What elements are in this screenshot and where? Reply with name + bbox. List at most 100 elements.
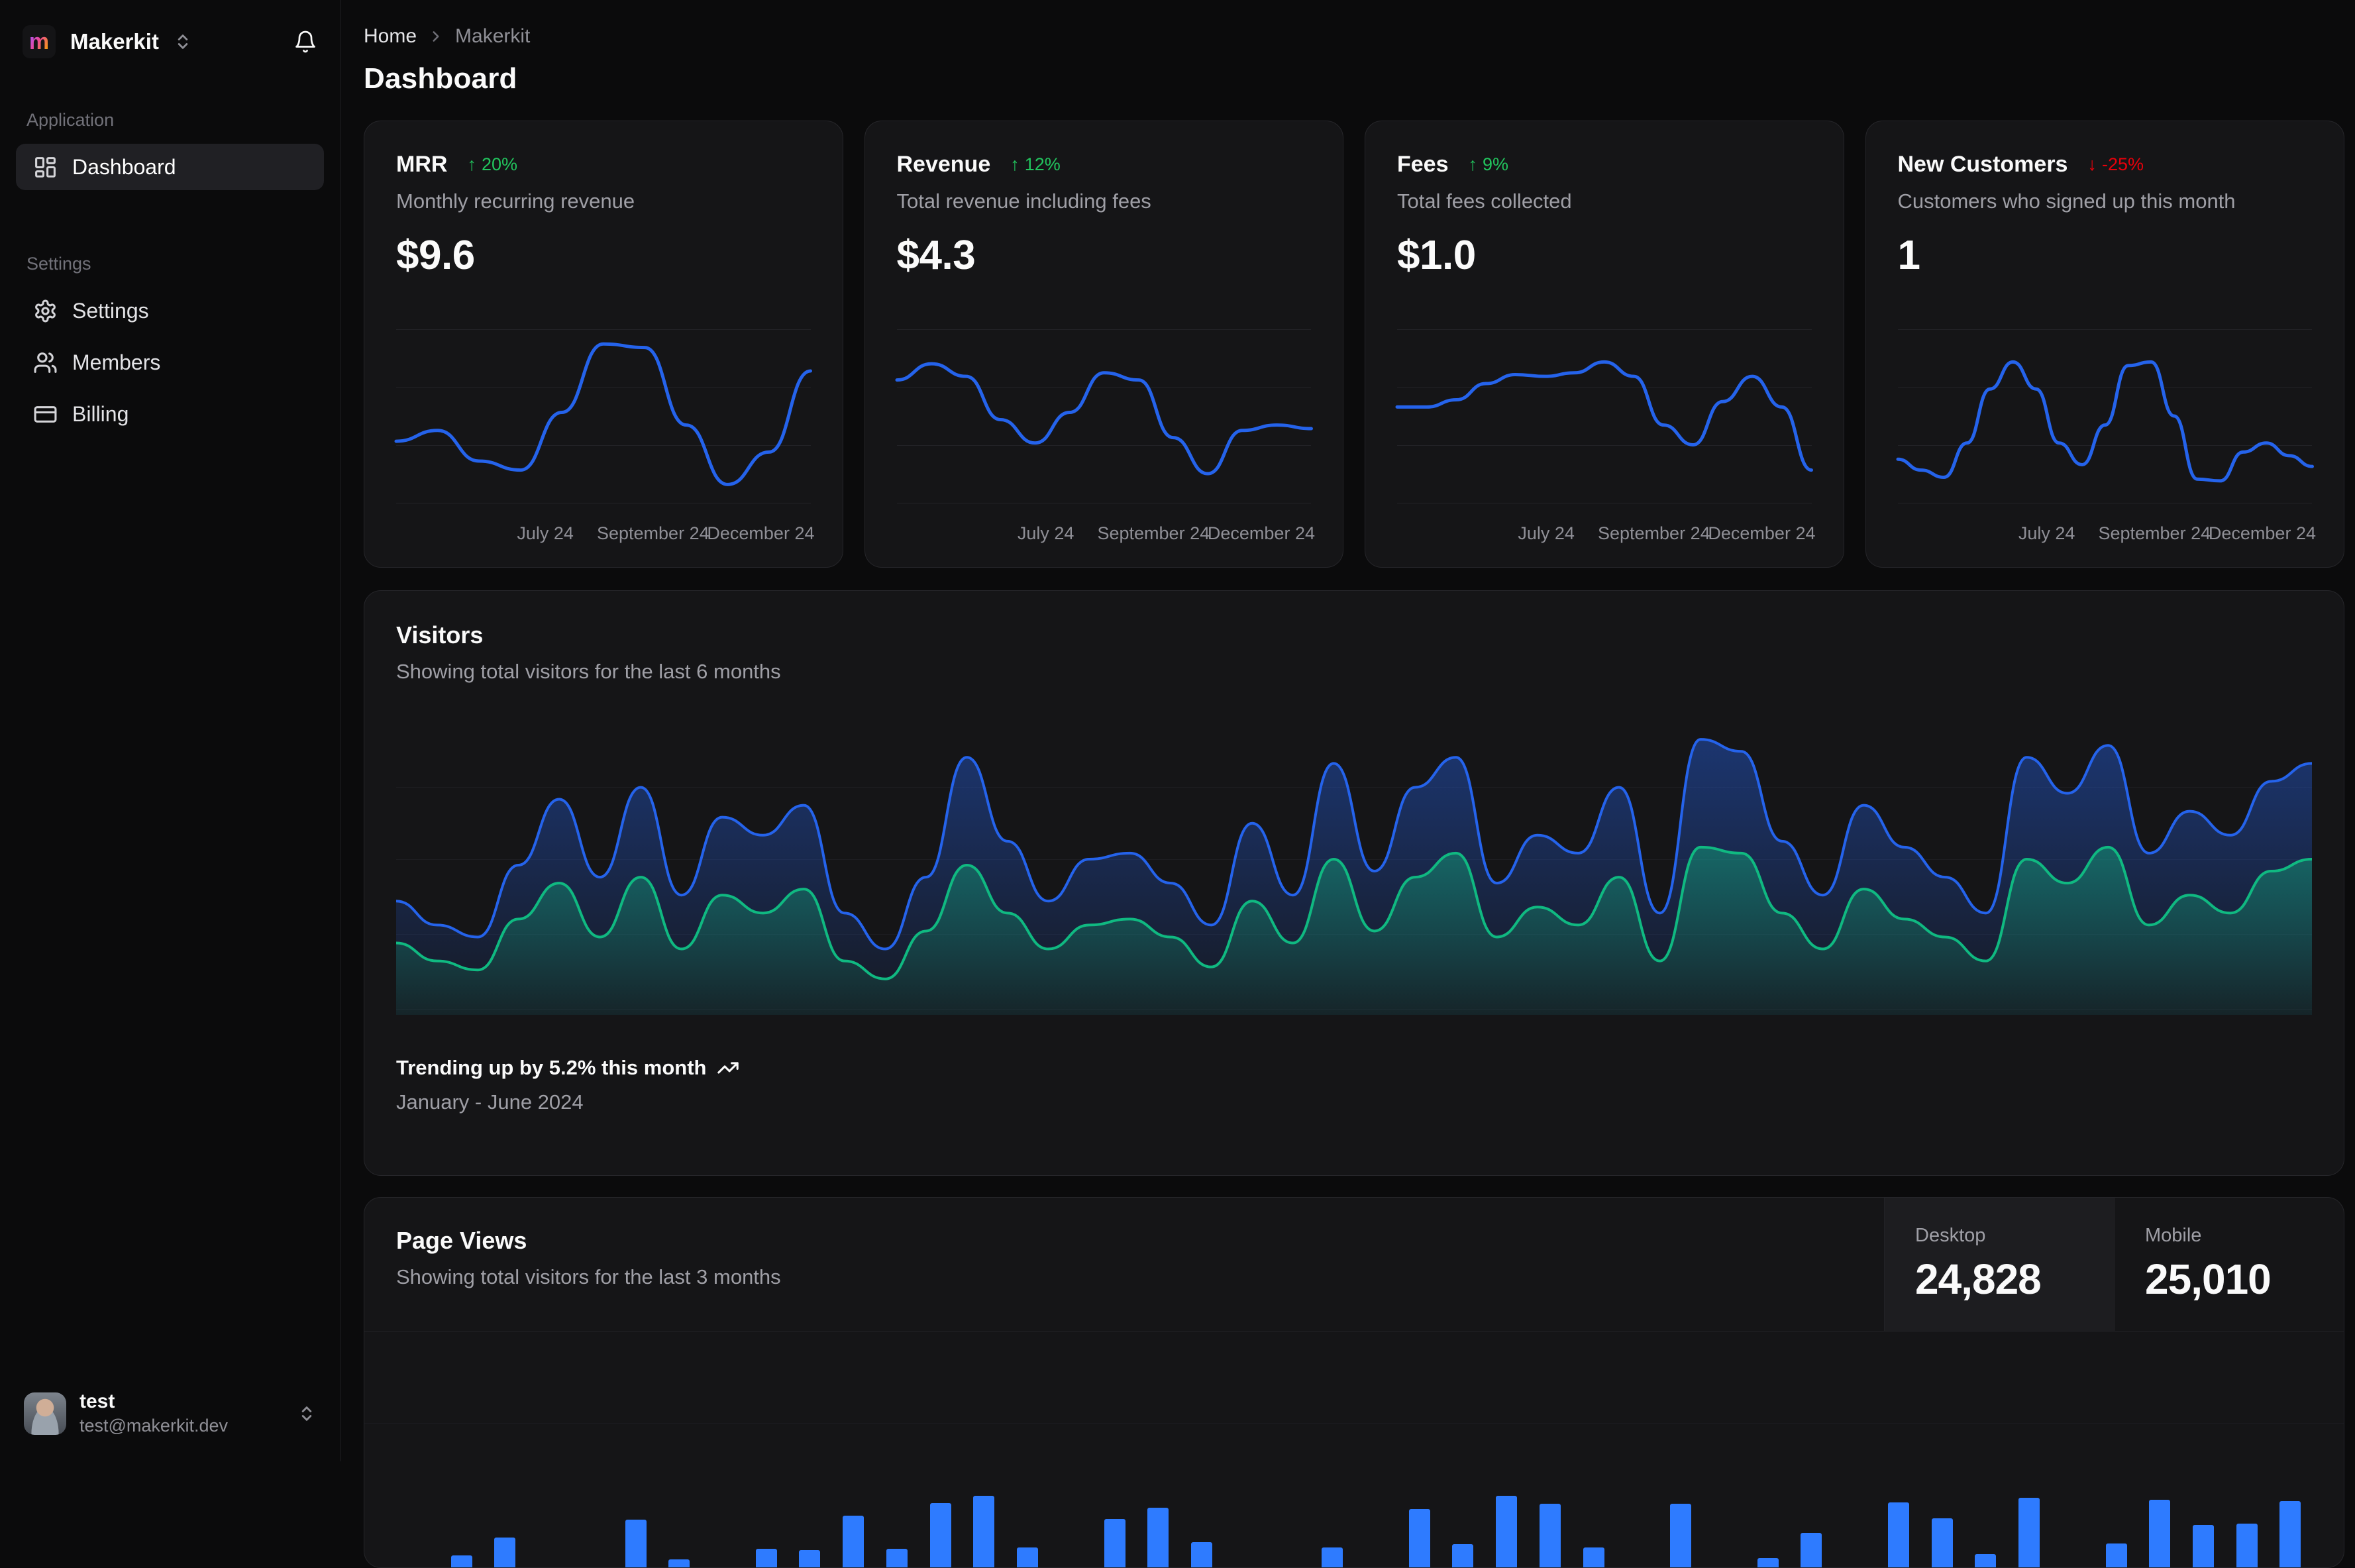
x-axis-tick: December 24 [2208, 523, 2316, 543]
stat-card-mrr: MRR ↑ 20% Monthly recurring revenue $9.6 … [364, 121, 843, 568]
bar [843, 1516, 864, 1567]
users-icon [34, 352, 57, 373]
toggle-value: 24,828 [1915, 1255, 2042, 1303]
bar [799, 1550, 821, 1567]
bar-slot [440, 1332, 484, 1567]
trend-badge: ↑ 12% [1010, 154, 1061, 174]
sidebar: m Makerkit Application Dashboard Setting… [0, 0, 340, 1461]
x-axis-tick: September 24 [596, 523, 709, 543]
bar-slot [1790, 1332, 1834, 1567]
toggle-mobile[interactable]: Mobile 25,010 [2114, 1198, 2344, 1331]
stat-description: Customers who signed up this month [1897, 189, 2236, 213]
bar-slot [1833, 1332, 1877, 1567]
stat-value: $4.3 [896, 233, 976, 278]
stat-value: 1 [1897, 233, 1920, 278]
bar [2105, 1543, 2127, 1567]
workspace-switcher[interactable]: m Makerkit [16, 20, 324, 64]
bar [625, 1520, 647, 1567]
page-root: { "app": { "workspace": "Makerkit" }, "c… [0, 0, 2355, 1568]
user-info: test test@makerkit.dev [79, 1390, 228, 1436]
bar [1539, 1504, 1561, 1567]
bar [1583, 1547, 1604, 1567]
arrow-down-icon: ↓ [2087, 154, 2097, 174]
layout-dashboard-icon [35, 156, 56, 178]
breadcrumb-home[interactable]: Home [364, 25, 417, 48]
arrow-up-icon: ↑ [1468, 154, 1478, 174]
page-views-card: Page Views Showing total visitors for th… [364, 1197, 2344, 1568]
stat-description: Total fees collected [1397, 189, 1572, 213]
bar [2279, 1501, 2301, 1567]
toggle-label: Desktop [1915, 1225, 1986, 1246]
bar-slot [1702, 1332, 1746, 1567]
stat-title: Revenue [896, 152, 991, 177]
page-views-title: Page Views [396, 1227, 527, 1254]
page-views-bar-chart [364, 1332, 2344, 1567]
bar-slot [1572, 1332, 1616, 1567]
bar [929, 1503, 951, 1567]
bar-slot [701, 1332, 745, 1567]
makerkit-logo-letter: m [28, 29, 50, 54]
stat-title: Fees [1397, 152, 1449, 177]
x-axis: July 24 September 24 December 24 [1898, 514, 2316, 550]
user-email: test@makerkit.dev [79, 1416, 228, 1436]
bar-slot [1310, 1332, 1354, 1567]
sidebar-item-label: Billing [72, 401, 129, 426]
user-name: test [79, 1390, 115, 1412]
bar-slot [1441, 1332, 1485, 1567]
bar [1496, 1496, 1518, 1567]
stat-value: $9.6 [396, 233, 475, 278]
x-axis-tick: July 24 [1017, 523, 1074, 543]
bar [2236, 1524, 2258, 1567]
visitors-subtitle: Showing total visitors for the last 6 mo… [396, 660, 781, 683]
bar [1931, 1518, 1953, 1567]
bar [2192, 1525, 2214, 1567]
bar-slot [1180, 1332, 1224, 1567]
sidebar-item-members[interactable]: Members [16, 339, 324, 386]
bar-slot [396, 1332, 440, 1567]
x-axis: July 24 September 24 December 24 [396, 514, 815, 550]
toggle-value: 25,010 [2145, 1255, 2272, 1303]
arrow-up-icon: ↑ [467, 154, 476, 174]
visitors-card: Visitors Showing total visitors for the … [364, 590, 2344, 1176]
bar-slot [1093, 1332, 1137, 1567]
toggle-desktop[interactable]: Desktop 24,828 [1884, 1198, 2114, 1331]
x-axis-tick: September 24 [1097, 523, 1210, 543]
bar-slot [788, 1332, 832, 1567]
sidebar-item-dashboard[interactable]: Dashboard [16, 144, 324, 190]
x-axis-tick: December 24 [707, 523, 815, 543]
stat-title: New Customers [1897, 152, 2068, 177]
bar-slot [2051, 1332, 2095, 1567]
sidebar-item-settings[interactable]: Settings [16, 287, 324, 334]
bar-slot [2138, 1332, 2181, 1567]
chevrons-up-down-icon [178, 34, 188, 49]
user-avatar [24, 1392, 66, 1435]
bars-container [396, 1332, 2313, 1567]
bar-slot [2269, 1332, 2313, 1567]
x-axis: July 24 September 24 December 24 [897, 514, 1315, 550]
arrow-up-icon: ↑ [1010, 154, 1020, 174]
stat-description: Monthly recurring revenue [396, 189, 635, 213]
visitors-area-chart [396, 715, 2312, 1015]
stat-cards-row: MRR ↑ 20% Monthly recurring revenue $9.6 … [364, 121, 2344, 568]
bar-slot [1267, 1332, 1311, 1567]
stat-card-revenue: Revenue ↑ 12% Total revenue including fee… [864, 121, 1343, 568]
bar-slot [963, 1332, 1006, 1567]
sidebar-item-label: Settings [72, 298, 149, 323]
gear-icon [35, 299, 56, 322]
bar-slot [1354, 1332, 1398, 1567]
sidebar-item-billing[interactable]: Billing [16, 391, 324, 437]
bar [1670, 1504, 1692, 1567]
stat-card-new-customers: New Customers ↓ -25% Customers who signed… [1865, 121, 2344, 568]
chevrons-up-down-icon [301, 1406, 312, 1421]
main-content: Home Makerkit Dashboard MRR ↑ 20% Monthly… [341, 0, 2355, 1568]
bar-slot [1746, 1332, 1790, 1567]
bar-slot [1920, 1332, 1964, 1567]
bar [1017, 1547, 1039, 1567]
user-menu[interactable]: test test@makerkit.dev [16, 1384, 324, 1443]
bar-slot [875, 1332, 919, 1567]
visitors-range-text: January - June 2024 [396, 1090, 584, 1114]
bar [973, 1496, 995, 1567]
bell-icon[interactable] [293, 30, 317, 54]
bar [1191, 1542, 1213, 1567]
